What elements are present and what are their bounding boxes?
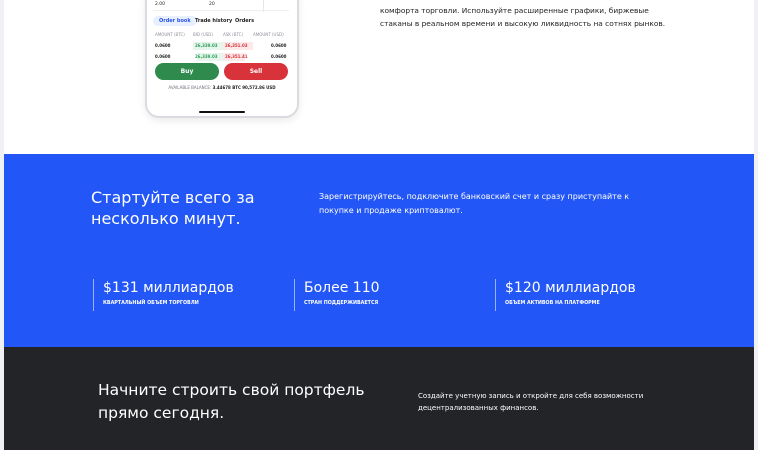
tab-order-book[interactable]: Order book: [153, 16, 197, 26]
stat-divider: [93, 279, 94, 311]
get-started-section: Стартуйте всего за несколько минут. Заре…: [4, 154, 754, 347]
amount-usd-cell: 0.0600: [271, 54, 287, 59]
page: 2.00 20 Order book Trade history Orders …: [0, 0, 758, 458]
ask-cell: 26,351.03: [225, 43, 248, 48]
phone-top-left-value: 2.00: [155, 2, 166, 7]
section-title: Стартуйте всего за несколько минут.: [91, 188, 255, 228]
phone-top-right-value: 20: [209, 2, 215, 7]
column-header-bid: BID (USD): [193, 32, 213, 37]
section-description: Зарегистрируйтесь, подключите банковский…: [319, 192, 630, 215]
trading-section: 2.00 20 Order book Trade history Orders …: [4, 0, 754, 154]
amount-usd-cell: 0.0600: [271, 43, 287, 48]
stat-value: $120 миллиардов: [505, 280, 636, 296]
bid-cell: 26,339.03: [195, 43, 218, 48]
balance-btc: 3.44678 BTC: [212, 85, 241, 90]
amount-btc-cell: 0.0600: [155, 43, 171, 48]
phone-mockup: 2.00 20 Order book Trade history Orders …: [145, 0, 299, 118]
sell-button[interactable]: Sell: [224, 63, 288, 80]
portfolio-cta-section: Начните строить свой портфель прямо сего…: [4, 347, 754, 450]
intro-text: комфорта торговли. Используйте расширенн…: [380, 6, 666, 29]
frame-bottom: [0, 450, 758, 458]
home-indicator: [199, 111, 245, 113]
tab-trade-history[interactable]: Trade history: [195, 16, 232, 26]
stat-label: СТРАН ПОДДЕРЖИВАЕТСЯ: [304, 301, 379, 306]
stat-divider: [495, 279, 496, 311]
column-header-ask: ASK (BTC): [223, 32, 244, 37]
bid-cell: 26,339.03: [195, 54, 218, 59]
available-balance: AVAILABLE BALANCE: 3.44678 BTC 90,572.86…: [155, 85, 289, 90]
section-description: Создайте учетную запись и откройте для с…: [418, 392, 644, 412]
ask-cell: 26,351.41: [225, 54, 248, 59]
stat-value: $131 миллиардов: [103, 280, 234, 296]
stat-value: Более 110: [304, 280, 380, 296]
column-header-amount-usd: AMOUNT (USD): [253, 32, 284, 37]
phone-divider: [153, 10, 289, 11]
frame-right: [754, 0, 758, 450]
buy-button[interactable]: Buy: [155, 63, 219, 80]
amount-btc-cell: 0.0600: [155, 54, 171, 59]
order-book-row[interactable]: 0.0600 26,339.03 26,351.03 0.0600: [153, 42, 289, 50]
tab-orders[interactable]: Orders: [235, 16, 254, 26]
section-title: Начните строить свой портфель прямо сего…: [98, 381, 365, 422]
stat-label: КВАРТАЛЬНЫЙ ОБЪЕМ ТОРГОВЛИ: [103, 301, 199, 306]
stat-divider: [294, 279, 295, 311]
balance-usd: 90,572.86 USD: [242, 85, 276, 90]
order-book-row[interactable]: 0.0600 26,339.03 26,351.41 0.0600: [153, 53, 289, 61]
column-header-amount-btc: AMOUNT (BTC): [155, 32, 185, 37]
balance-label: AVAILABLE BALANCE:: [168, 85, 212, 90]
stat-label: ОБЪЕМ АКТИВОВ НА ПЛАТФОРМЕ: [505, 301, 600, 306]
